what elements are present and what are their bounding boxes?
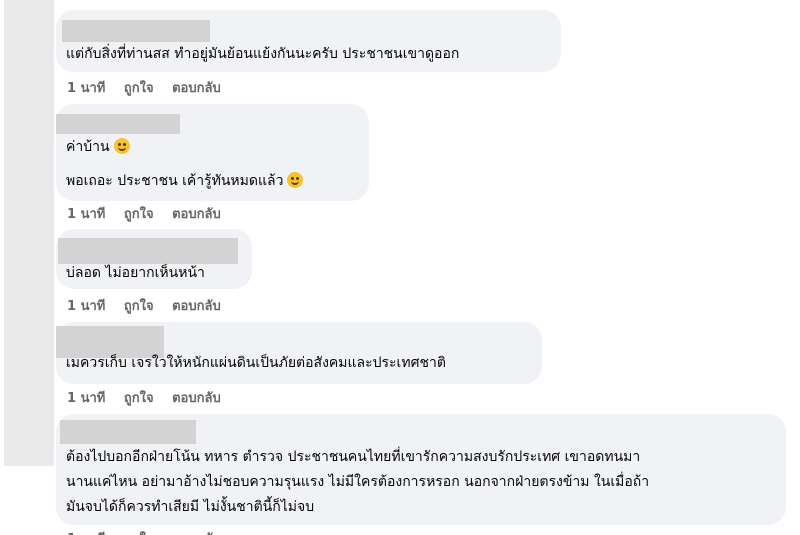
commenter-name-redacted[interactable] [56, 114, 180, 134]
comment-time[interactable]: 1 นาที [67, 387, 105, 408]
comment-text: บ่ลอด ไม่อยากเห็นหน้า [66, 265, 205, 281]
comment-time[interactable]: 1 นาที [67, 528, 105, 535]
reply-button[interactable]: ตอบกลับ [172, 387, 221, 408]
comment-line: ค่าบ้าน [66, 139, 110, 155]
smirk-emoji-icon [287, 172, 304, 188]
comment-actions: 1 นาที ถูกใจ ตอบกลับ [67, 77, 235, 98]
comment-text: มันจบได้ก็ควรทำเสียมี ไม่งั้นชาตินี้ก็ไม… [66, 499, 315, 515]
commenter-name-redacted[interactable] [62, 20, 210, 42]
reply-button[interactable]: ตอบกลับ [172, 528, 221, 535]
comment-actions: 1 นาที ถูกใจ ตอบกลับ [67, 203, 235, 224]
commenter-name-redacted[interactable] [60, 420, 196, 444]
comment-text: ค่าบ้าน [66, 136, 130, 158]
comment-text: พอเถอะ ประชาชน เค้ารู้ทันหมดแล้ว [66, 170, 304, 192]
comment-thread: แต่กับสิ่งที่ท่านสส ทำอยู่มันย้อนแย้งกัน… [0, 0, 800, 535]
like-button[interactable]: ถูกใจ [124, 77, 154, 98]
comment-actions: 1 นาที ถูกใจ ตอบกลับ [67, 387, 235, 408]
like-button[interactable]: ถูกใจ [124, 295, 154, 316]
like-button[interactable]: ถูกใจ [124, 387, 154, 408]
laughing-emoji-icon [113, 138, 130, 154]
comment-text: ต้องไปบอกอีกฝ่ายโน้น ทหาร ตำรวจ ประชาชนค… [66, 449, 641, 465]
commenter-name-redacted[interactable] [58, 238, 238, 264]
comment-text: แต่กับสิ่งที่ท่านสส ทำอยู่มันย้อนแย้งกัน… [66, 46, 460, 62]
comment-text: นานแค่ไหน อย่ามาอ้างไม่ชอบความรุนแรง ไม่… [66, 474, 650, 490]
comment-time[interactable]: 1 นาที [67, 77, 105, 98]
left-rail-redaction [4, 0, 54, 466]
comment-text: เมควรเก็บ เจรใวให้หนักแผ่นดินเป็นภัยต่อส… [66, 355, 446, 371]
comment-line: พอเถอะ ประชาชน เค้ารู้ทันหมดแล้ว [66, 173, 284, 189]
like-button[interactable]: ถูกใจ [124, 528, 154, 535]
reply-button[interactable]: ตอบกลับ [172, 295, 221, 316]
reply-button[interactable]: ตอบกลับ [172, 77, 221, 98]
reply-button[interactable]: ตอบกลับ [172, 203, 221, 224]
like-button[interactable]: ถูกใจ [124, 203, 154, 224]
comment-time[interactable]: 1 นาที [67, 203, 105, 224]
comment-actions: 1 นาที ถูกใจ ตอบกลับ [67, 295, 235, 316]
comment-time[interactable]: 1 นาที [67, 295, 105, 316]
comment-actions: 1 นาที ถูกใจ ตอบกลับ [67, 528, 235, 535]
